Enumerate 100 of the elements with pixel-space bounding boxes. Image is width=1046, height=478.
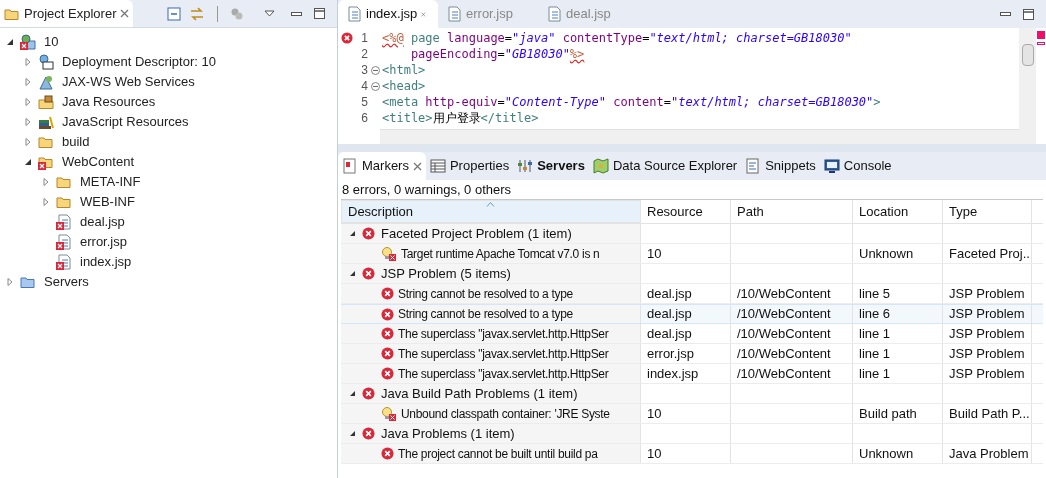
- maximize-icon[interactable]: [1023, 8, 1034, 20]
- project-explorer-tab[interactable]: Project Explorer: [0, 0, 134, 27]
- table-cell: JSP Problem: [949, 284, 1025, 303]
- table-cell: /10/WebContent: [737, 284, 831, 303]
- editor-tab[interactable]: index.jsp: [338, 0, 438, 28]
- problem-row[interactable]: Unbound classpath container: 'JRE Syste 10 Build path Build Path P...: [341, 404, 1043, 424]
- collapsed-arrow-icon[interactable]: [24, 98, 32, 106]
- column-header[interactable]: Resource: [641, 200, 731, 223]
- table-cell: Java Problem: [949, 444, 1029, 463]
- problem-row[interactable]: The superclass "javax.servlet.http.HttpSer error.jsp /10/WebContent line 1 JSP Problem: [341, 344, 1043, 364]
- tree-item[interactable]: JavaScript Resources: [62, 112, 189, 132]
- close-icon[interactable]: [120, 9, 130, 18]
- table-cell: deal.jsp: [647, 305, 692, 323]
- expanded-arrow-icon[interactable]: [24, 158, 32, 166]
- tree-item[interactable]: WEB-INF: [80, 192, 135, 212]
- error-overlay-icon: [38, 162, 46, 170]
- view-tab[interactable]: Data Source Explorer: [588, 152, 742, 180]
- expanded-arrow-icon[interactable]: [6, 38, 14, 46]
- tree-item[interactable]: META-INF: [80, 172, 141, 192]
- minimize-icon[interactable]: [1000, 12, 1011, 16]
- tree-item[interactable]: JAX-WS Web Services: [62, 72, 195, 92]
- table-cell: 10: [647, 404, 662, 423]
- problem-row[interactable]: String cannot be resolved to a type deal.jsp /10/WebContent line 6 JSP Problem: [341, 304, 1043, 324]
- error-icon: [362, 227, 375, 240]
- table-cell: JSP Problem: [949, 344, 1025, 363]
- column-header[interactable]: Path: [731, 200, 853, 223]
- fold-icon[interactable]: [370, 81, 380, 91]
- table-cell: JSP Problem: [949, 324, 1025, 343]
- tree-item[interactable]: error.jsp: [80, 232, 127, 252]
- view-tab[interactable]: Servers: [513, 152, 589, 180]
- problem-row[interactable]: The superclass "javax.servlet.http.HttpSer deal.jsp /10/WebContent line 1 JSP Problem: [341, 324, 1043, 344]
- tree-item[interactable]: deal.jsp: [80, 212, 125, 232]
- error-overlay-icon: [56, 222, 64, 230]
- table-cell: Unknown: [859, 244, 914, 263]
- view-tab[interactable]: Snippets: [741, 152, 820, 180]
- expanded-arrow-icon[interactable]: [349, 430, 356, 437]
- horizontal-scrollbar[interactable]: [380, 129, 1019, 144]
- column-header[interactable]: Location: [853, 200, 943, 223]
- table-cell: /10/WebContent: [737, 344, 831, 363]
- minimize-icon[interactable]: [291, 11, 302, 16]
- descriptor-icon: [38, 54, 54, 70]
- table-cell-text: The superclass "javax.servlet.http.HttpSer: [398, 345, 609, 363]
- tree-item[interactable]: Deployment Descriptor: 10: [62, 52, 216, 72]
- expanded-arrow-icon[interactable]: [349, 270, 356, 277]
- close-icon[interactable]: [412, 161, 422, 171]
- folder-icon: [56, 174, 72, 190]
- line-number: 5: [360, 94, 368, 111]
- fold-icon[interactable]: [370, 65, 380, 75]
- table-cell: index.jsp: [647, 364, 699, 383]
- error-icon: [381, 367, 394, 380]
- tree-item[interactable]: Java Resources: [62, 92, 156, 112]
- table-cell: 10: [647, 444, 662, 463]
- error-icon: [381, 327, 394, 340]
- table-cell-text: Unbound classpath container: 'JRE Syste: [401, 405, 610, 423]
- collapsed-arrow-icon[interactable]: [24, 138, 32, 146]
- error-icon: [362, 387, 375, 400]
- maximize-icon[interactable]: [314, 8, 325, 19]
- table-cell-text: The project cannot be built until build pa: [398, 445, 598, 463]
- link-arrows-icon[interactable]: [189, 6, 205, 21]
- error-icon: [341, 32, 353, 44]
- table-cell: deal.jsp: [647, 324, 692, 343]
- error-icon: [362, 427, 375, 440]
- table-cell: Faceted Proj...: [949, 244, 1031, 263]
- table-cell: /10/WebContent: [737, 364, 831, 383]
- expanded-arrow-icon[interactable]: [349, 230, 356, 237]
- collapsed-arrow-icon[interactable]: [42, 178, 50, 186]
- expanded-arrow-icon[interactable]: [349, 390, 356, 397]
- view-tab[interactable]: Console: [819, 152, 896, 180]
- vertical-scrollbar[interactable]: [1019, 28, 1036, 144]
- column-header[interactable]: Description: [341, 200, 641, 223]
- view-tab[interactable]: Properties: [425, 152, 514, 180]
- collapsed-arrow-icon[interactable]: [24, 78, 32, 86]
- problem-row[interactable]: Target runtime Apache Tomcat v7.0 is n 10 Unknown Faceted Proj...: [341, 244, 1043, 264]
- monitor-icon: [823, 158, 840, 174]
- collapsed-arrow-icon[interactable]: [24, 118, 32, 126]
- close-icon[interactable]: [421, 9, 426, 19]
- error-icon: [381, 287, 394, 300]
- table-cell-text: String cannot be resolved to a type: [398, 285, 573, 303]
- table-cell: Build Path P...: [949, 404, 1030, 423]
- collapsed-arrow-icon[interactable]: [24, 58, 32, 66]
- table-cell: Build path: [859, 404, 917, 423]
- error-marker[interactable]: [1037, 42, 1045, 45]
- tree-item[interactable]: Servers: [44, 272, 89, 292]
- error-marker[interactable]: [1037, 31, 1045, 39]
- tree-item[interactable]: index.jsp: [80, 252, 132, 272]
- tree-item[interactable]: WebContent: [62, 152, 135, 172]
- table-cell-text: The superclass "javax.servlet.http.HttpSer: [398, 365, 609, 383]
- collapse-all-icon[interactable]: [167, 6, 181, 21]
- collapsed-arrow-icon[interactable]: [6, 278, 14, 286]
- tree-item[interactable]: 10: [44, 32, 59, 52]
- problem-row[interactable]: The superclass "javax.servlet.http.HttpSer index.jsp /10/WebContent line 1 JSP Problem: [341, 364, 1043, 384]
- tree-item[interactable]: build: [62, 132, 90, 152]
- file-icon: [346, 6, 362, 22]
- collapsed-arrow-icon[interactable]: [42, 198, 50, 206]
- dropdown-icon[interactable]: [264, 10, 275, 17]
- problem-row[interactable]: The project cannot be built until build pa 10 Unknown Java Problem: [341, 444, 1043, 464]
- view-tab[interactable]: Markers: [338, 152, 426, 180]
- column-header[interactable]: Type: [943, 200, 1032, 223]
- table-cell: /10/WebContent: [737, 305, 831, 323]
- table-cell-text: The superclass "javax.servlet.http.HttpSer: [398, 325, 609, 343]
